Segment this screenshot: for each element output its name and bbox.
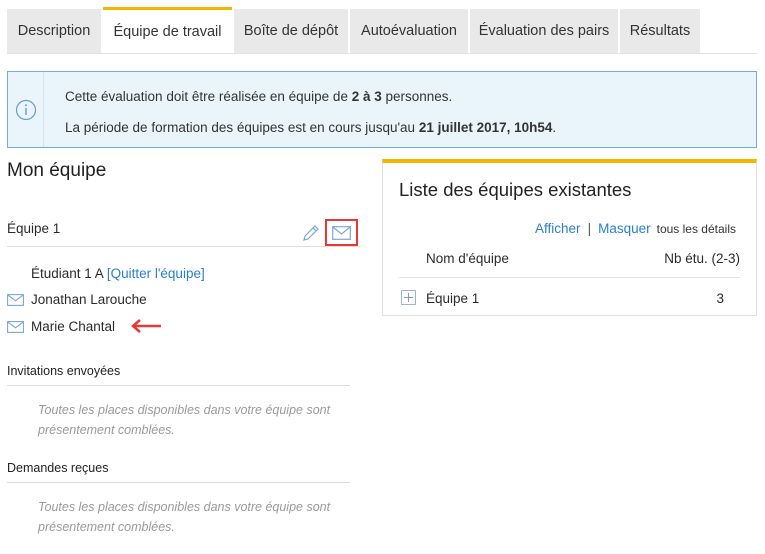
tab-autoevaluation[interactable]: Autoévaluation [350, 9, 468, 53]
self-name: Étudiant 1 A [31, 266, 104, 281]
divider [7, 385, 350, 386]
info-line-size: Cette évaluation doit être réalisée en é… [65, 89, 453, 104]
info-icon [8, 72, 44, 147]
info-line-deadline: La période de formation des équipes est … [65, 120, 557, 135]
info-banner: Cette évaluation doit être réalisée en é… [7, 71, 757, 148]
team-row-name[interactable]: Équipe 1 [426, 291, 479, 306]
teams-list-card: Liste des équipes existantes Afficher | … [382, 159, 757, 316]
column-header-student-count: Nb étu. (2-3) [664, 251, 740, 266]
team-member[interactable]: Marie Chantal [7, 319, 115, 334]
teams-list-title: Liste des équipes existantes [399, 179, 632, 200]
self-member: Étudiant 1 A [Quitter l'équipe] [31, 266, 205, 281]
tab-evaluation-des-pairs[interactable]: Évaluation des pairs [470, 9, 618, 53]
requests-title: Demandes reçues [7, 461, 109, 475]
divider [399, 277, 740, 278]
details-toggle: Afficher | Masquer tous les détails [535, 221, 736, 236]
column-header-team-name: Nom d'équipe [426, 251, 509, 266]
team-member[interactable]: Jonathan Larouche [7, 292, 147, 307]
tab-bar: Description Équipe de travail Boîte de d… [7, 7, 757, 54]
team-name: Équipe 1 [7, 221, 61, 236]
hide-details-link[interactable]: Masquer [598, 221, 651, 236]
show-details-link[interactable]: Afficher [535, 221, 581, 236]
tab-equipe-de-travail[interactable]: Équipe de travail [103, 7, 232, 53]
invitations-title: Invitations envoyées [7, 364, 121, 378]
mail-icon[interactable] [7, 320, 24, 333]
separator: | [587, 221, 592, 236]
mail-icon [332, 225, 351, 240]
mail-icon[interactable] [7, 293, 24, 306]
arrow-annotation-icon [131, 319, 161, 333]
tab-resultats[interactable]: Résultats [620, 9, 700, 53]
member-name: Jonathan Larouche [31, 292, 147, 307]
invitations-empty-message: Toutes les places disponibles dans votre… [38, 403, 331, 437]
tab-description[interactable]: Description [7, 9, 101, 53]
email-team-button[interactable] [325, 219, 358, 246]
divider [7, 482, 350, 483]
pencil-icon[interactable] [301, 223, 321, 243]
requests-empty-message: Toutes les places disponibles dans votre… [38, 500, 331, 534]
details-label: tous les détails [656, 222, 736, 236]
leave-team-link[interactable]: [Quitter l'équipe] [107, 266, 205, 281]
tab-boite-de-depot[interactable]: Boîte de dépôt [234, 9, 348, 53]
team-row-count: 3 [716, 291, 724, 306]
member-name: Marie Chantal [31, 319, 116, 334]
divider [7, 246, 361, 247]
expand-icon[interactable] [401, 290, 416, 305]
my-team-heading: Mon équipe [7, 160, 107, 181]
